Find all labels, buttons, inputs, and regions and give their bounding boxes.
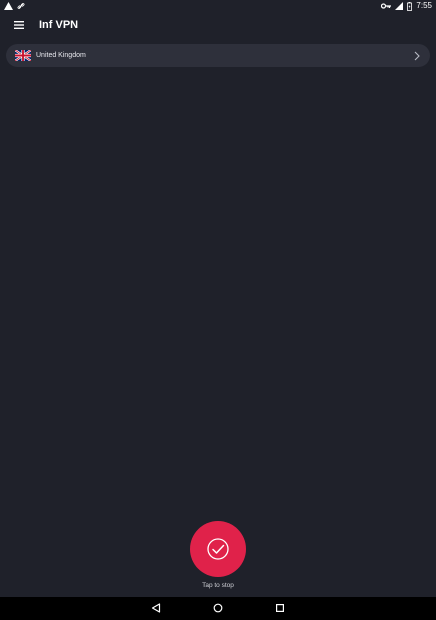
- app-title: Inf VPN: [39, 19, 79, 31]
- signal-icon: [395, 2, 404, 10]
- connection-status-text: Tap to stop: [202, 582, 234, 589]
- vpn-key-icon: [381, 3, 392, 9]
- location-selector[interactable]: United Kingdom: [6, 44, 430, 67]
- status-left: [4, 2, 25, 10]
- menu-button[interactable]: [10, 16, 28, 34]
- system-nav-bar: [0, 597, 436, 620]
- home-icon: [213, 603, 223, 613]
- warning-icon: [4, 2, 13, 10]
- hamburger-menu-icon: [14, 21, 24, 29]
- chevron-right-icon: [414, 51, 420, 60]
- recents-button[interactable]: [273, 601, 287, 615]
- connect-toggle-button[interactable]: [190, 521, 246, 577]
- uk-flag-icon: [15, 50, 31, 61]
- status-right: 7:55: [381, 0, 432, 12]
- app-bar: Inf VPN: [0, 12, 436, 38]
- status-bar: 7:55: [0, 0, 436, 12]
- location-label: United Kingdom: [36, 52, 86, 59]
- home-button[interactable]: [211, 601, 225, 615]
- battery-icon: [407, 1, 413, 11]
- status-time: 7:55: [416, 1, 432, 10]
- back-icon: [151, 603, 161, 613]
- back-button[interactable]: [149, 601, 163, 615]
- link-icon: [17, 3, 25, 9]
- recents-icon: [276, 604, 285, 613]
- check-circle-icon: [207, 538, 229, 560]
